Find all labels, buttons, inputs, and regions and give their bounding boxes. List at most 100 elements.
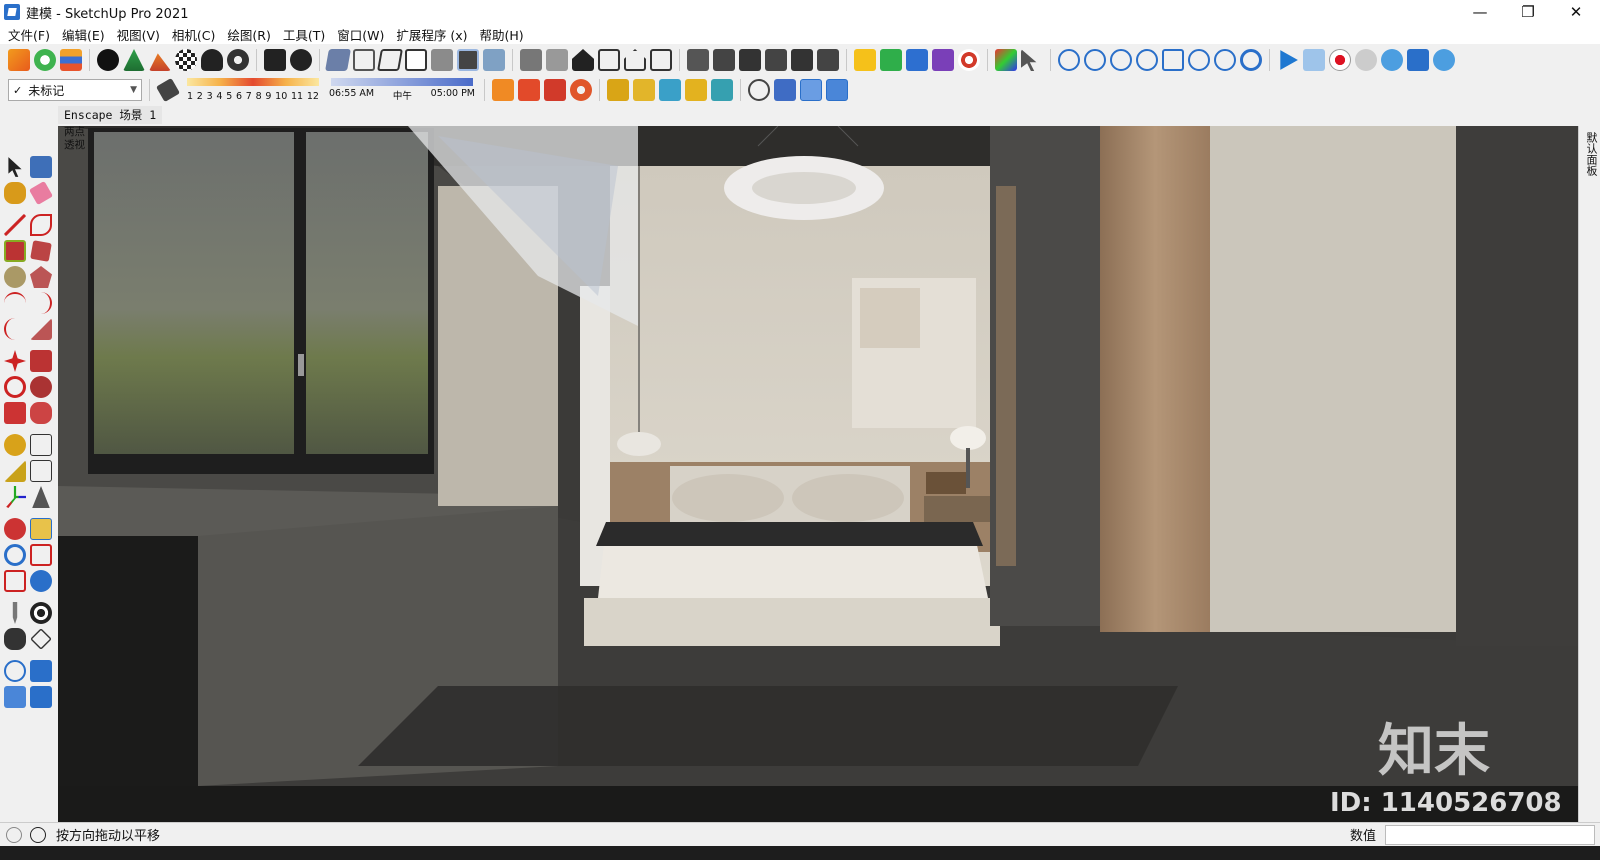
chrome-icon[interactable] (1240, 49, 1262, 71)
union-icon[interactable] (791, 49, 813, 71)
monochrome-icon[interactable] (483, 49, 505, 71)
enscape-pause-icon[interactable] (1303, 49, 1325, 71)
enscape-stop-icon[interactable] (1355, 49, 1377, 71)
section-fill-icon[interactable] (544, 79, 566, 101)
xray-style-icon[interactable] (325, 49, 351, 71)
menu-extensions[interactable]: 扩展程序 (x) (396, 25, 467, 44)
wireframe-icon[interactable] (377, 49, 403, 71)
enscape-record-icon[interactable] (1329, 49, 1351, 71)
walk-tool-icon[interactable] (4, 628, 26, 650)
shadow-time-slider[interactable]: 06:55 AM 中午 05:00 PM (327, 78, 477, 102)
menu-help[interactable]: 帮助(H) (480, 25, 524, 44)
select-tool-icon[interactable] (8, 157, 22, 177)
look-around-icon[interactable] (30, 602, 52, 624)
pie-tool-icon[interactable] (30, 318, 52, 340)
hill-icon[interactable] (149, 53, 171, 71)
cloud-search-icon[interactable] (1084, 49, 1106, 71)
cloud-list-icon[interactable] (1136, 49, 1158, 71)
freehand-tool-icon[interactable] (30, 214, 52, 236)
shaded-textures-icon[interactable] (457, 49, 479, 71)
geo-location-icon[interactable] (6, 826, 22, 843)
info-status-icon[interactable] (30, 826, 46, 843)
scale-tool-icon[interactable] (4, 402, 26, 424)
section-cut-icon[interactable] (518, 79, 540, 101)
house-blue-icon[interactable] (906, 49, 928, 71)
move-cross-icon[interactable] (659, 79, 681, 101)
menu-draw[interactable]: 绘图(R) (227, 25, 270, 44)
two-point-arc-icon[interactable] (30, 292, 52, 314)
orbit-tool-icon[interactable] (4, 518, 26, 540)
measurements-box[interactable] (1385, 825, 1595, 845)
menu-edit[interactable]: 编辑(E) (62, 25, 105, 44)
sandbox-scratch-icon[interactable] (30, 660, 52, 682)
cycle-icon[interactable] (1214, 49, 1236, 71)
previous-view-icon[interactable] (30, 570, 52, 592)
circle-tool-icon[interactable] (4, 266, 26, 288)
walk-arrow-icon[interactable] (607, 79, 629, 101)
position-camera-icon[interactable] (12, 602, 18, 624)
cube-selected-icon[interactable] (826, 79, 848, 101)
spiral-icon[interactable] (958, 49, 980, 71)
cloud-upload-icon[interactable] (201, 49, 223, 71)
add-circle-icon[interactable] (97, 49, 119, 71)
tag-dropdown[interactable]: ✓ 未标记 ▼ (8, 79, 142, 101)
refresh-icon[interactable] (34, 49, 56, 71)
iso-view-icon[interactable] (520, 49, 542, 71)
section-plane-icon[interactable] (492, 79, 514, 101)
subtract-icon[interactable] (817, 49, 839, 71)
group-icon[interactable] (713, 49, 735, 71)
three-point-arc-icon[interactable] (4, 318, 26, 340)
house-green-icon[interactable] (880, 49, 902, 71)
dimension-tool-icon[interactable] (30, 434, 52, 456)
menu-view[interactable]: 视图(V) (117, 25, 160, 44)
mail-icon[interactable] (264, 49, 286, 71)
front-view-icon[interactable] (572, 49, 594, 71)
top-view-icon[interactable] (546, 49, 568, 71)
back-view-icon[interactable] (624, 49, 646, 71)
curve-icon[interactable] (633, 79, 655, 101)
axes-tool-icon[interactable] (6, 486, 26, 508)
line-tool-icon[interactable] (4, 214, 26, 236)
layers-stack-icon[interactable] (60, 49, 82, 71)
cloud-sync-icon[interactable] (1058, 49, 1080, 71)
menu-camera[interactable]: 相机(C) (172, 25, 215, 44)
color-palette-icon[interactable] (995, 49, 1017, 71)
back-edges-icon[interactable] (353, 49, 375, 71)
right-view-icon[interactable] (598, 49, 620, 71)
ruler-icon[interactable] (685, 79, 707, 101)
rectangle-tool-icon[interactable] (4, 240, 26, 262)
menu-tools[interactable]: 工具(T) (283, 25, 325, 44)
3d-viewport[interactable]: 两点透视 知末 ID: 1140526708 (58, 126, 1578, 822)
zoom-extents-icon[interactable] (1162, 49, 1184, 71)
intersect-icon[interactable] (765, 49, 787, 71)
minimize-button[interactable]: — (1456, 0, 1504, 24)
sandbox-stamp-icon[interactable] (30, 686, 52, 708)
protractor-icon[interactable] (4, 460, 26, 482)
person-icon[interactable] (711, 79, 733, 101)
tape-measure-icon[interactable] (4, 434, 26, 456)
eraser-tool-icon[interactable] (28, 180, 54, 206)
left-view-icon[interactable] (650, 49, 672, 71)
close-button[interactable]: ✕ (1552, 0, 1600, 24)
cube-blue-icon[interactable] (774, 79, 796, 101)
offset-tool-icon[interactable] (30, 402, 52, 424)
enscape-play-icon[interactable] (1280, 50, 1298, 70)
menu-file[interactable]: 文件(F) (8, 25, 50, 44)
cube-active-icon[interactable] (800, 79, 822, 101)
enscape-settings-icon[interactable] (1381, 49, 1403, 71)
section-settings-icon[interactable] (570, 79, 592, 101)
settings-gear-icon[interactable] (227, 49, 249, 71)
enscape-help-icon[interactable] (1433, 49, 1455, 71)
checker-material-icon[interactable] (175, 49, 197, 71)
shaded-icon[interactable] (431, 49, 453, 71)
move-tool-icon[interactable] (4, 350, 26, 372)
make-component-icon[interactable] (30, 156, 52, 178)
network-icon[interactable] (1188, 49, 1210, 71)
3d-text-icon[interactable] (32, 486, 50, 508)
select-arrow-icon[interactable] (1021, 49, 1037, 71)
arc-tool-icon[interactable] (4, 292, 26, 314)
sandbox-contours-icon[interactable] (4, 660, 26, 682)
enscape-window-icon[interactable] (1407, 49, 1429, 71)
cloud-download-icon[interactable] (1110, 49, 1132, 71)
shadow-month-slider[interactable]: 1 2 3 4 5 6 7 8 9 10 11 12 (183, 78, 323, 102)
